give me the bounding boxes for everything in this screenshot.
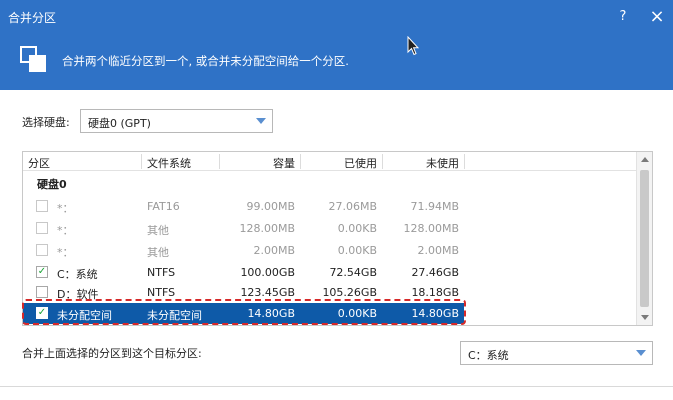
table-row[interactable]: *： 其他 2.00MB 0.00KB 2.00MB: [23, 240, 637, 261]
disk-group-label: 硬盘0: [37, 178, 67, 191]
scrollbar-thumb[interactable]: [640, 170, 649, 307]
column-header-filesystem[interactable]: 文件系统: [147, 155, 191, 171]
cell-capacity: 128.00MB: [239, 222, 295, 235]
cell-partition: *：: [57, 202, 74, 215]
cell-capacity: 99.00MB: [246, 200, 295, 213]
disk-select-dropdown[interactable]: 硬盘0 (GPT): [80, 109, 273, 133]
chevron-down-icon: [636, 350, 646, 356]
cell-used: 105.26GB: [322, 286, 377, 299]
cell-capacity: 123.45GB: [240, 286, 295, 299]
cell-filesystem: 其他: [147, 246, 169, 259]
vertical-scrollbar[interactable]: [636, 152, 652, 325]
window-title: 合并分区: [8, 11, 57, 25]
target-partition-dropdown[interactable]: C：系统: [460, 341, 653, 365]
column-divider[interactable]: [464, 154, 465, 169]
merge-partitions-icon: [20, 46, 46, 72]
table-row[interactable]: ✓ C：系统 NTFS 100.00GB 72.54GB 27.46GB: [23, 262, 637, 283]
cell-filesystem: NTFS: [147, 286, 176, 299]
cell-unused: 2.00MB: [417, 244, 459, 257]
cell-used: 27.06MB: [328, 200, 377, 213]
cell-used: 0.00KB: [337, 222, 377, 235]
cell-used: 72.54GB: [329, 266, 377, 279]
mouse-cursor-icon: [407, 36, 419, 56]
cell-filesystem: NTFS: [147, 266, 176, 279]
cell-used: 0.00KB: [337, 244, 377, 257]
divider: [0, 386, 673, 387]
help-button[interactable]: ?: [612, 6, 634, 28]
column-header-unused[interactable]: 未使用: [385, 155, 459, 171]
cell-unused: 128.00MB: [403, 222, 459, 235]
disk-select-value: 硬盘0 (GPT): [88, 117, 151, 130]
table-header: 分区 文件系统 容量 已使用 未使用: [23, 152, 637, 171]
cell-filesystem: FAT16: [147, 200, 180, 213]
cell-unused: 71.94MB: [410, 200, 459, 213]
cell-unused: 18.18GB: [411, 286, 459, 299]
chevron-down-icon: [256, 118, 266, 124]
banner-description: 合并两个临近分区到一个, 或合并未分配空间给一个分区.: [62, 54, 349, 68]
column-divider[interactable]: [382, 154, 383, 169]
cell-capacity: 100.00GB: [240, 266, 295, 279]
cell-unused: 27.46GB: [411, 266, 459, 279]
header-banner: 合并两个临近分区到一个, 或合并未分配空间给一个分区.: [0, 36, 673, 90]
close-button[interactable]: ×: [646, 6, 668, 28]
row-checkbox[interactable]: [36, 222, 48, 234]
cell-partition: C：系统: [57, 268, 98, 281]
column-divider[interactable]: [141, 154, 142, 169]
table-row[interactable]: *： 其他 128.00MB 0.00KB 128.00MB: [23, 218, 637, 239]
column-divider[interactable]: [300, 154, 301, 169]
column-divider[interactable]: [219, 154, 220, 169]
row-checkbox[interactable]: ✓: [36, 266, 48, 278]
row-checkbox[interactable]: [36, 244, 48, 256]
column-header-used[interactable]: 已使用: [303, 155, 377, 171]
cell-capacity: 2.00MB: [253, 244, 295, 257]
row-checkbox[interactable]: [36, 200, 48, 212]
target-partition-label: 合并上面选择的分区到这个目标分区:: [22, 347, 202, 360]
column-header-capacity[interactable]: 容量: [223, 155, 295, 171]
title-bar: 合并分区 ? ×: [0, 0, 673, 36]
cell-partition: *：: [57, 224, 74, 237]
row-checkbox[interactable]: [36, 286, 48, 298]
scroll-up-icon[interactable]: [641, 157, 649, 162]
cell-filesystem: 其他: [147, 224, 169, 237]
annotation-highlight-box: [22, 299, 466, 325]
table-row[interactable]: *： FAT16 99.00MB 27.06MB 71.94MB: [23, 196, 637, 217]
scroll-down-icon[interactable]: [641, 315, 649, 320]
cell-partition: *：: [57, 246, 74, 259]
disk-select-label: 选择硬盘:: [22, 116, 70, 129]
column-header-partition[interactable]: 分区: [28, 155, 50, 171]
target-partition-value: C：系统: [468, 349, 509, 362]
